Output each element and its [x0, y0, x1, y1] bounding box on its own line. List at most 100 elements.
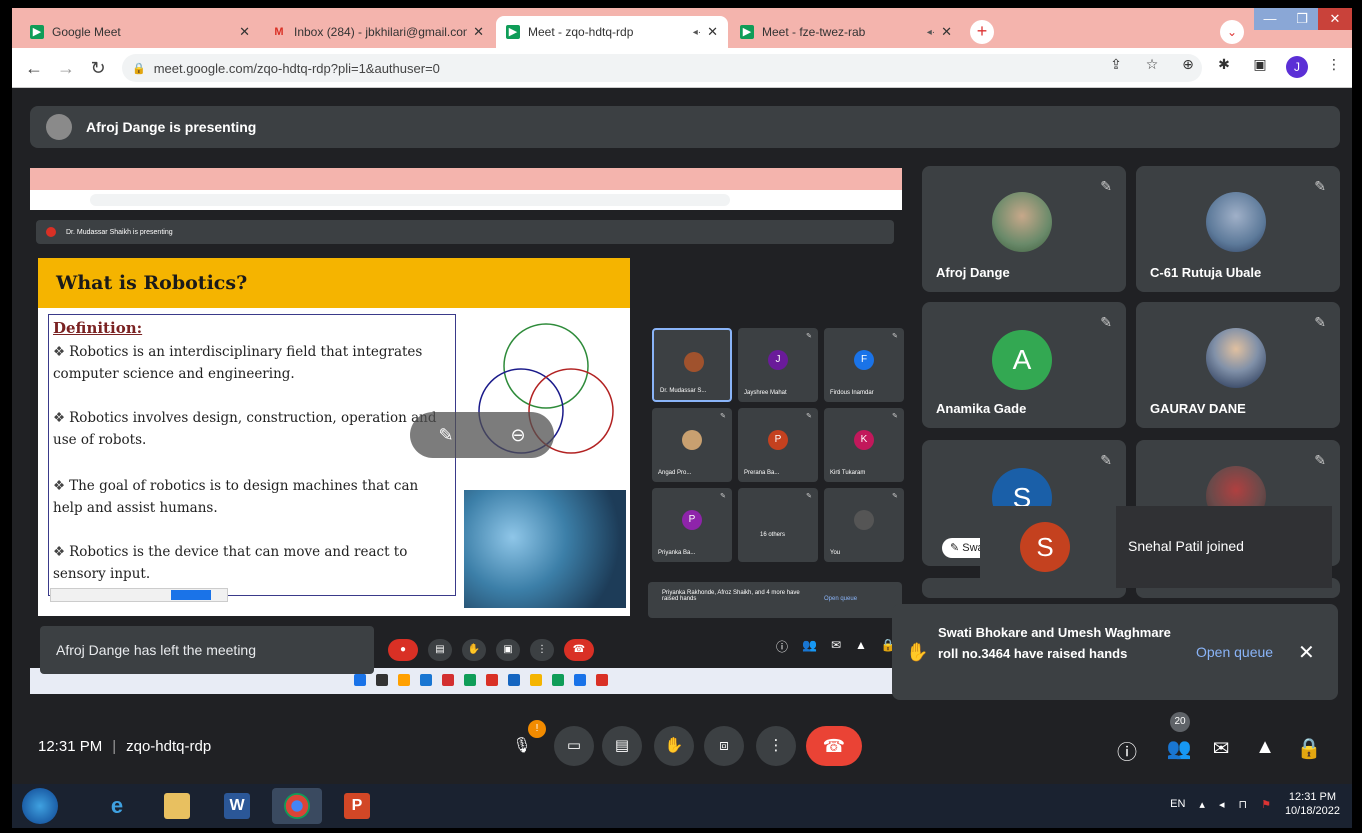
star-icon[interactable]: ☆ — [1142, 56, 1162, 78]
volume-icon[interactable]: ◂ — [1219, 798, 1225, 811]
flag-icon[interactable]: ⚑ — [1261, 798, 1271, 811]
extension-icon[interactable]: ⊕ — [1178, 56, 1198, 78]
word-app[interactable]: W — [212, 788, 262, 824]
more-icon: ⋮ — [768, 737, 784, 754]
open-queue-link[interactable]: Open queue — [824, 596, 857, 602]
remove-icon[interactable]: ⊖ — [510, 425, 525, 446]
sidepanel-icon[interactable]: ▣ — [1250, 56, 1270, 78]
close-window-button[interactable]: ✕ — [1318, 8, 1352, 30]
tab-meet-fze[interactable]: ▶ Meet - fze-twez-rab ◂· ✕ — [730, 16, 962, 48]
hand-icon: ✋ — [462, 639, 486, 661]
avatar: K — [854, 430, 874, 450]
open-queue-button[interactable]: Open queue — [1196, 644, 1273, 660]
people-icon[interactable]: 👥 — [1166, 736, 1192, 761]
minimize-button[interactable]: — — [1254, 8, 1286, 30]
slide-footer-bar — [50, 588, 228, 602]
definition-box: Definition: ❖ Robotics is an interdiscipl… — [48, 314, 456, 596]
chat-icon[interactable]: ✉ — [1208, 736, 1234, 761]
people-count-badge: 20 — [1170, 712, 1190, 732]
tab-title: Google Meet — [52, 25, 121, 39]
meet-icon: ▶ — [506, 25, 520, 39]
close-icon[interactable]: ✕ — [941, 24, 952, 40]
unpin-icon[interactable]: ✎ — [438, 425, 453, 446]
meeting-code: zqo-hdtq-rdp — [126, 738, 212, 755]
powerpoint-app[interactable]: P — [332, 788, 382, 824]
participant-tile[interactable]: ✎ Afroj Dange — [922, 166, 1126, 292]
mic-off-icon: ✎ — [806, 493, 812, 500]
puzzle-icon[interactable]: ✱ — [1214, 56, 1234, 78]
forward-button[interactable]: → — [54, 56, 78, 80]
close-icon[interactable]: ✕ — [707, 24, 718, 40]
share-icon[interactable]: ⇪ — [1106, 56, 1126, 78]
left-meeting-toast: Afroj Dange has left the meeting — [40, 626, 374, 674]
info-icon[interactable]: ⓘ — [1114, 736, 1140, 765]
tile-overlay-controls: ✎ ⊖ — [410, 412, 554, 458]
tray-arrow-icon[interactable]: ▴ — [1199, 798, 1205, 811]
audio-icon: ◂· — [926, 26, 936, 38]
host-controls-icon[interactable]: 🔒 — [1296, 736, 1322, 761]
participant-tile[interactable]: ✎ C-61 Rutuja Ubale — [1136, 166, 1340, 292]
shared-address-bar — [30, 190, 902, 210]
avatar: A — [992, 330, 1052, 390]
tab-google-meet[interactable]: ▶ Google Meet ✕ — [20, 16, 260, 48]
activities-icon[interactable]: ▲ — [1252, 736, 1278, 759]
close-icon[interactable]: ✕ — [239, 24, 250, 40]
people-icon: 👥 — [802, 638, 817, 652]
windows-taskbar: e W P EN ▴ ◂ ⊓ ⚑ 12:31 PM 10/18/2022 — [12, 784, 1352, 828]
close-icon[interactable]: ✕ — [1298, 640, 1315, 665]
reload-button[interactable]: ↻ — [86, 56, 110, 80]
mic-off-icon: ✎ — [720, 413, 726, 420]
mic-off-icon: ✎ — [1314, 178, 1326, 194]
back-button[interactable]: ← — [22, 56, 46, 80]
explorer-app[interactable] — [152, 788, 202, 824]
mic-off-icon: ✎ — [892, 333, 898, 340]
raise-hand-button[interactable]: ✋ — [654, 726, 694, 766]
chrome-app[interactable] — [272, 788, 322, 824]
close-icon[interactable]: ✕ — [473, 24, 484, 40]
avatar: S — [1020, 522, 1070, 572]
tab-title: Meet - fze-twez-rab — [762, 25, 866, 39]
url-text: meet.google.com/zqo-hdtq-rdp?pli=1&authu… — [153, 60, 440, 76]
participant-tile[interactable]: ✎ A Anamika Gade — [922, 302, 1126, 428]
clock[interactable]: 12:31 PM 10/18/2022 — [1285, 790, 1340, 818]
avatar: F — [854, 350, 874, 370]
mini-tile: ✎ 16 others — [738, 488, 818, 562]
present-button[interactable]: ⧈ — [704, 726, 744, 766]
ie-app[interactable]: e — [92, 788, 142, 824]
menu-icon[interactable]: ⋮ — [1324, 56, 1344, 78]
present-icon: ▣ — [496, 639, 520, 661]
profile-avatar[interactable]: J — [1286, 56, 1308, 78]
maximize-button[interactable]: ❐ — [1286, 8, 1318, 30]
language-indicator[interactable]: EN — [1170, 798, 1185, 810]
presenting-text: Afroj Dange is presenting — [86, 119, 257, 135]
mic-off-icon: ✎ — [892, 413, 898, 420]
more-icon: ⋮ — [530, 639, 554, 661]
mic-off-icon: ✎ — [1314, 314, 1326, 330]
network-icon[interactable]: ⊓ — [1238, 798, 1247, 811]
captions-button[interactable]: ▤ — [602, 726, 642, 766]
captions-icon: ▤ — [428, 639, 452, 661]
new-tab-button[interactable]: + — [970, 20, 994, 44]
camera-button[interactable]: ▭ — [554, 726, 594, 766]
url-input[interactable]: 🔒 meet.google.com/zqo-hdtq-rdp?pli=1&aut… — [122, 54, 1202, 82]
window-controls: — ❐ ✕ — [1254, 8, 1352, 32]
camera-icon: ▭ — [566, 737, 582, 754]
avatar — [1206, 328, 1266, 388]
hangup-icon: ☎ — [564, 639, 594, 661]
tab-gmail-inbox[interactable]: M Inbox (284) - jbkhilari@gmail.com ✕ — [262, 16, 494, 48]
gmail-icon: M — [274, 26, 284, 38]
start-button[interactable] — [22, 788, 58, 824]
tab-meet-zqo[interactable]: ▶ Meet - zqo-hdtq-rdp ◂· ✕ — [496, 16, 728, 48]
info-icon: ⓘ — [776, 640, 789, 654]
tab-search-icon[interactable]: ⌄ — [1220, 20, 1244, 44]
hand-icon: ✋ — [906, 642, 929, 662]
chat-icon: ✉ — [830, 638, 842, 652]
chrome-icon — [284, 793, 310, 819]
participant-tile[interactable]: ✎ GAURAV DANE — [1136, 302, 1340, 428]
meeting-control-bar: 12:31 PM | zqo-hdtq-rdp 🎙 ! ▭ ▤ ✋ ⧈ ⋮ ☎ ⓘ … — [12, 708, 1352, 782]
leave-call-button[interactable]: ☎ — [806, 726, 862, 766]
mini-tile: Dr. Mudassar S... — [652, 328, 732, 402]
avatar — [684, 352, 704, 372]
more-options-button[interactable]: ⋮ — [756, 726, 796, 766]
mic-off-icon: ✎ — [806, 333, 812, 340]
